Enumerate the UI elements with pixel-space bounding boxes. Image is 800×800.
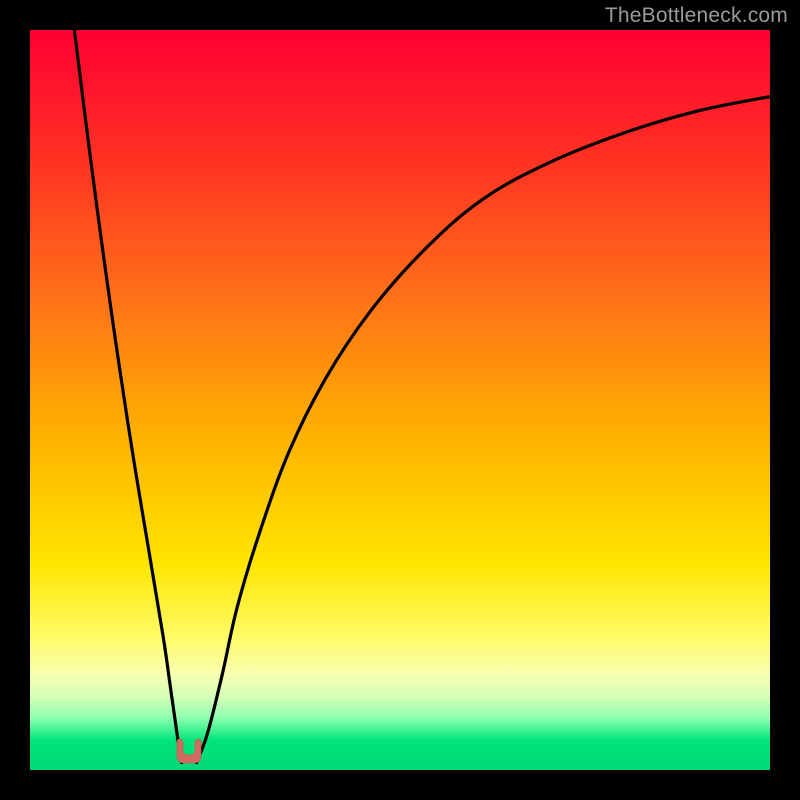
bottleneck-curve — [30, 30, 770, 770]
watermark-text: TheBottleneck.com — [605, 4, 788, 28]
plot-area — [30, 30, 770, 770]
chart-frame: TheBottleneck.com — [0, 0, 800, 800]
